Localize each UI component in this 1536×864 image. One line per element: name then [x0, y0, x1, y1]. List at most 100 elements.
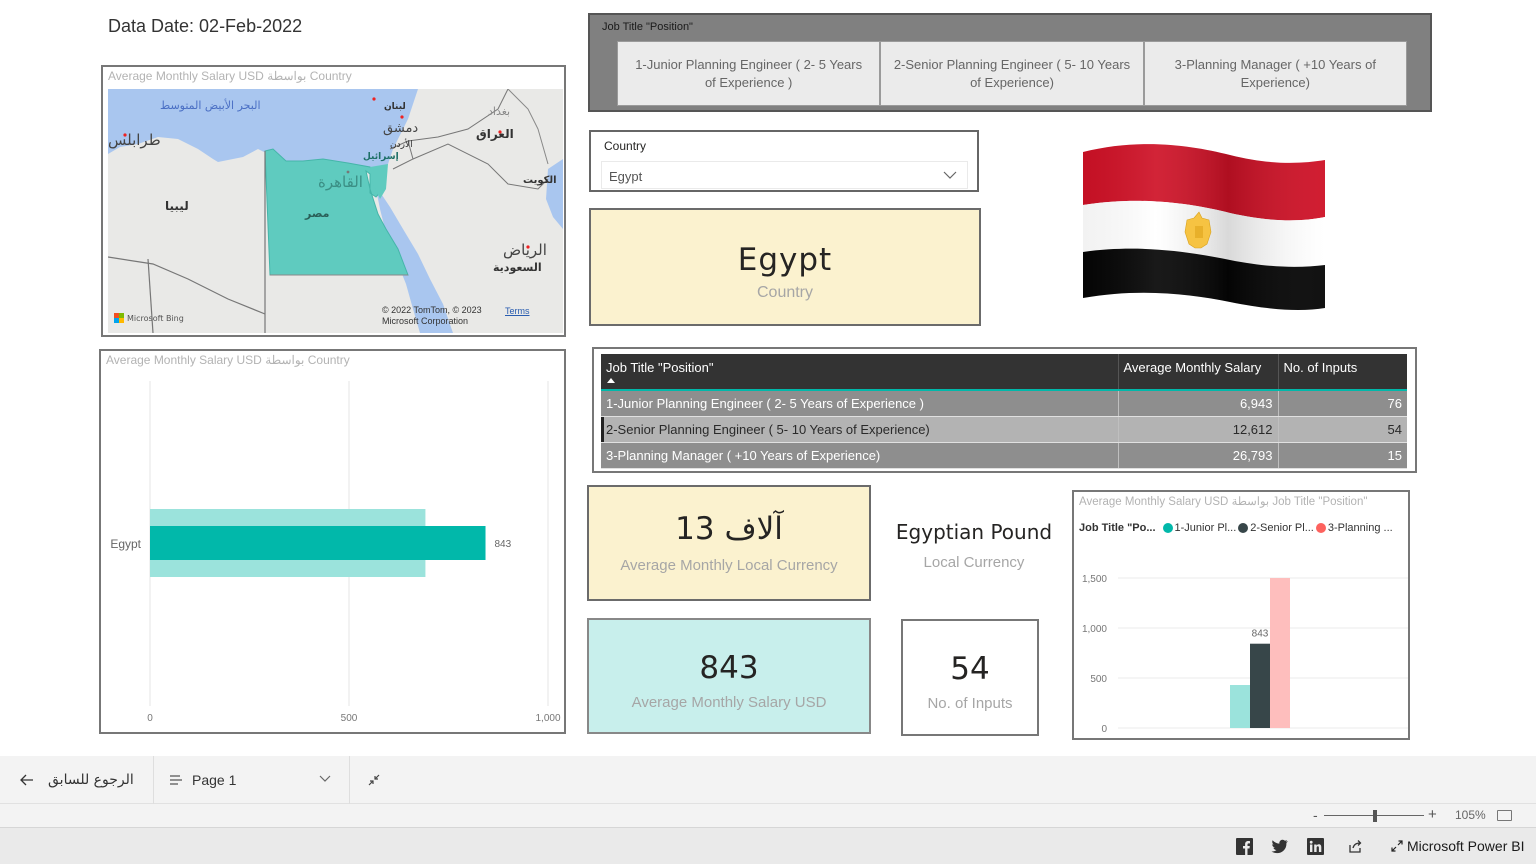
collapse-arrows-icon[interactable] [366, 772, 382, 788]
map-label-libya: ليبيا [165, 199, 189, 213]
facebook-icon[interactable] [1236, 838, 1253, 855]
local-currency-label: Average Monthly Local Currency [620, 557, 838, 574]
column-header-inputs[interactable]: No. of Inputs [1277, 354, 1407, 391]
table-row[interactable]: 3-Planning Manager ( +10 Years of Experi… [601, 442, 1407, 469]
map-label-damascus: دمشق [383, 121, 419, 136]
powerbi-label: Microsoft Power BI [1407, 838, 1525, 854]
x-tick-label: 500 [341, 713, 358, 724]
job-slicer-tiles: 1-Junior Planning Engineer ( 2- 5 Years … [617, 41, 1407, 106]
job-tile-junior[interactable]: 1-Junior Planning Engineer ( 2- 5 Years … [617, 41, 881, 106]
map-area[interactable]: البحر الأبيض المتوسط طرابلس ليبيا القاهر… [108, 89, 563, 333]
map-copyright: © 2022 TomTom, © 2023 Microsoft Corporat… [382, 305, 482, 327]
map-label-egypt: مصر [305, 207, 330, 220]
linkedin-icon[interactable] [1307, 838, 1324, 855]
zoom-in-button[interactable]: + [1428, 806, 1437, 823]
column-chart-plot: 0 500 1,000 1,500 843 [1082, 574, 1408, 735]
map-label-lebanon: لبنان [384, 102, 406, 112]
column-header-label: Average Monthly Salary [1123, 360, 1262, 375]
table-row[interactable]: 2-Senior Planning Engineer ( 5- 10 Years… [601, 416, 1407, 443]
chevron-down-icon [943, 171, 957, 179]
arrow-left-icon [20, 774, 33, 786]
country-card-label: Country [756, 284, 814, 301]
footer-bar: Microsoft Power BI [0, 828, 1536, 864]
local-currency-salary-card: 13 آلاف Average Monthly Local Currency [587, 485, 871, 601]
map-label-riyadh: الرياض [503, 241, 547, 259]
map-label-baghdad: بغداد [488, 105, 511, 118]
expand-arrows-icon [1391, 840, 1403, 852]
bar-egypt [150, 526, 486, 560]
column-header-average-salary[interactable]: Average Monthly Salary [1117, 354, 1278, 391]
inputs-count-card: 54 No. of Inputs [901, 619, 1039, 736]
inputs-count-label: No. of Inputs [927, 695, 1013, 712]
map-label-saudi: السعودية [493, 261, 542, 274]
page-list-icon [170, 775, 182, 785]
powerbi-link[interactable]: Microsoft Power BI [1390, 838, 1524, 854]
currency-name-label: Local Currency [923, 554, 1025, 571]
country-card-value: Egypt [737, 242, 833, 278]
nav-divider [349, 756, 350, 804]
column-header-label: No. of Inputs [1283, 360, 1358, 375]
bing-label: Microsoft Bing [127, 313, 184, 323]
bar-chart-plot: 0 500 1,000 843 Egypt [110, 381, 561, 724]
map-label-israel: إسرائيل [363, 152, 399, 162]
share-icon[interactable] [1347, 838, 1364, 855]
salary-table-visual[interactable]: Job Title "Position" Average Monthly Sal… [592, 347, 1417, 473]
fit-to-page-icon[interactable] [1497, 810, 1512, 821]
cell-salary: 12,612 [1117, 416, 1278, 443]
usd-salary-card: 843 Average Monthly Salary USD [587, 618, 871, 734]
usd-salary-value: 843 [699, 650, 759, 686]
microsoft-logo-icon [114, 313, 124, 323]
zoom-bar: - + 105% [0, 804, 1536, 828]
map-terms-link[interactable]: Terms [505, 306, 530, 316]
back-button[interactable]: الرجوع للسابق [20, 768, 134, 792]
bing-logo: Microsoft Bing [114, 313, 184, 323]
salary-by-job-chart[interactable]: Average Monthly Salary USD بواسطة Job Ti… [1072, 490, 1410, 740]
x-tick-label: 1,000 [535, 713, 560, 724]
currency-name-card: Egyptian Pound Local Currency [886, 510, 1062, 590]
report-canvas: Data Date: 02-Feb-2022 Average Monthly S… [0, 0, 1536, 756]
column-2 [1250, 643, 1270, 728]
column-1 [1230, 685, 1250, 728]
back-button-label: الرجوع للسابق [48, 772, 134, 788]
map-label-jordan: الأردن [390, 140, 413, 150]
column-header-job-title[interactable]: Job Title "Position" [601, 354, 1118, 391]
page-selector[interactable]: Page 1 [170, 768, 335, 792]
table-header-row: Job Title "Position" Average Monthly Sal… [601, 354, 1407, 391]
salary-by-country-chart[interactable]: Average Monthly Salary USD بواسطة Countr… [99, 349, 566, 734]
x-tick-label: 0 [147, 713, 153, 724]
nav-divider [153, 756, 154, 804]
zoom-out-button[interactable]: - [1313, 807, 1318, 823]
y-tick-label: 1,500 [1082, 574, 1107, 585]
map-label-mediterranean: البحر الأبيض المتوسط [160, 99, 261, 112]
job-tile-senior[interactable]: 2-Senior Planning Engineer ( 5- 10 Years… [880, 41, 1144, 106]
column-3 [1270, 578, 1290, 728]
map-visual[interactable]: Average Monthly Salary USD بواسطة Countr… [101, 65, 566, 337]
data-date: Data Date: 02-Feb-2022 [108, 16, 303, 36]
job-tile-manager[interactable]: 3-Planning Manager ( +10 Years of Experi… [1143, 41, 1407, 106]
column-data-label: 843 [1252, 629, 1269, 640]
job-slicer-title: Job Title "Position" [602, 21, 693, 33]
table-row[interactable]: 1-Junior Planning Engineer ( 2- 5 Years … [601, 390, 1407, 417]
cell-job-title: 2-Senior Planning Engineer ( 5- 10 Years… [601, 416, 1118, 443]
cell-job-title: 1-Junior Planning Engineer ( 2- 5 Years … [601, 390, 1118, 417]
y-tick-label: 0 [1101, 724, 1107, 735]
map-label-cairo: القاهرة [318, 173, 363, 191]
map-copyright-line2: Microsoft Corporation [382, 316, 469, 326]
flag-icon [1083, 144, 1325, 310]
map-title: Average Monthly Salary USD بواسطة Countr… [108, 69, 352, 83]
inputs-count-value: 54 [950, 651, 990, 687]
map-label-tripoli: طرابلس [108, 131, 161, 149]
currency-name-value: Egyptian Pound [895, 520, 1053, 544]
zoom-slider-thumb[interactable] [1373, 810, 1377, 822]
cell-inputs: 76 [1277, 390, 1407, 417]
page-selector-label: Page 1 [192, 772, 237, 788]
chevron-down-icon [319, 775, 331, 782]
cell-salary: 26,793 [1117, 442, 1278, 469]
country-dropdown[interactable]: Egypt [601, 161, 968, 189]
cell-inputs: 54 [1277, 416, 1407, 443]
country-slicer: Country Egypt [589, 130, 979, 192]
bar-data-label: 843 [495, 539, 512, 550]
y-category-label: Egypt [110, 537, 141, 551]
job-title-slicer: Job Title "Position" 1-Junior Planning E… [588, 13, 1432, 112]
twitter-icon[interactable] [1271, 838, 1288, 855]
